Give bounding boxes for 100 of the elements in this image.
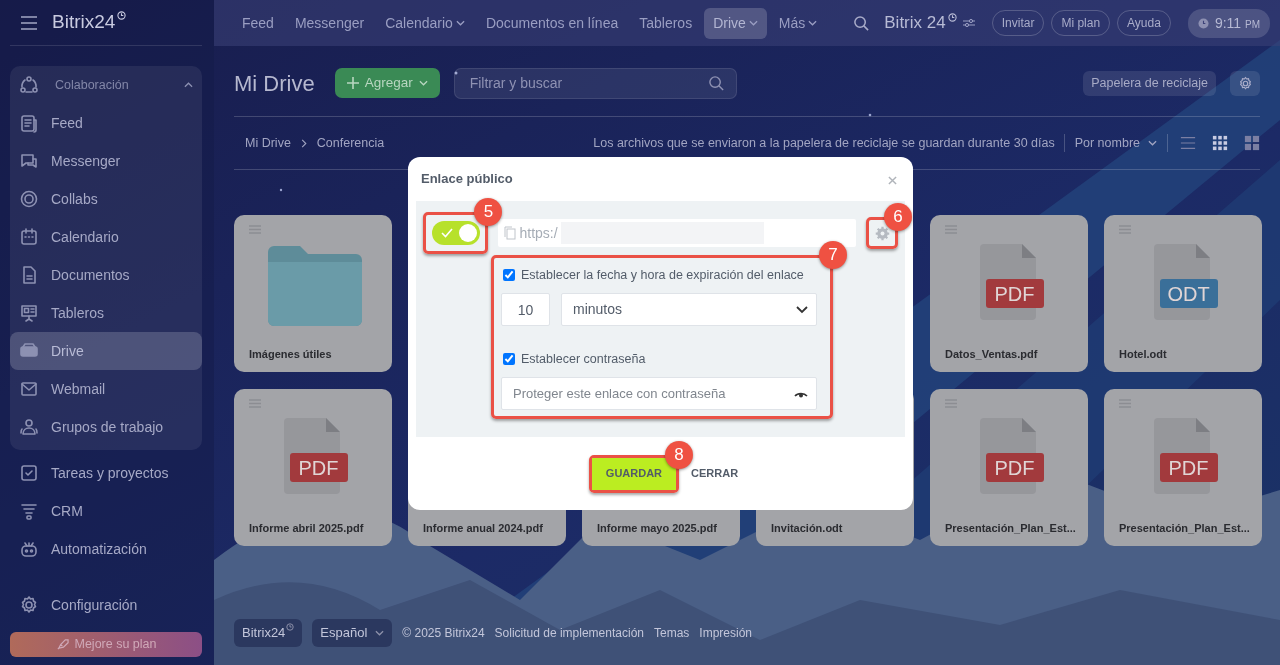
funnel-icon	[19, 501, 39, 521]
sidebar-item[interactable]: Drive	[10, 332, 202, 370]
envelope-icon	[19, 379, 39, 399]
people-icon	[19, 417, 39, 437]
brand-logo: Bitrix 24	[884, 10, 957, 36]
file-name: Hotel.odt	[1119, 346, 1168, 362]
file-type-label: PDF	[985, 453, 1044, 482]
language-dropdown[interactable]: Español	[312, 619, 393, 647]
sidebar-item[interactable]: Collabs	[10, 180, 202, 218]
sort-dropdown[interactable]: Por nombre	[1064, 133, 1168, 153]
ring-icon	[19, 189, 39, 209]
settings-icon	[1237, 75, 1253, 91]
file-card[interactable]: PDF Datos_Ventas.pdf	[930, 215, 1088, 372]
sidebar-group-header[interactable]: Colaboración	[10, 66, 202, 104]
file-card[interactable]: Imágenes útiles	[234, 215, 392, 372]
sliders-icon[interactable]	[962, 18, 975, 28]
file-card[interactable]: PDF Informe abril 2025.pdf	[234, 389, 392, 546]
footer-link[interactable]: Impresión	[699, 624, 752, 642]
sidebar-item[interactable]: Feed	[10, 104, 202, 142]
board-icon	[19, 303, 39, 323]
chevron-icon	[455, 20, 465, 26]
footer-link[interactable]: Solicitud de implementación	[494, 624, 644, 642]
number-field[interactable]: 10	[501, 293, 550, 326]
eye-icon[interactable]	[794, 390, 808, 398]
dialog-title: Enlace público	[421, 170, 513, 189]
logo: Bitrix24	[52, 8, 127, 37]
file-name: Informe mayo 2025.pdf	[597, 520, 718, 536]
sidebar-item[interactable]: Calendario	[10, 218, 202, 256]
sidebar-item[interactable]: Webmail	[10, 370, 202, 408]
grid-view-icon[interactable]	[1212, 135, 1228, 151]
page-title: Mi Drive	[234, 69, 315, 98]
close-icon	[888, 175, 897, 185]
trash-button[interactable]: Papelera de reciclaje	[1083, 70, 1216, 96]
file-card[interactable]: ODT Hotel.odt	[1104, 215, 1262, 372]
nav-tab[interactable]: Drive	[704, 7, 767, 39]
file-name: Presentación_Plan_Est...	[1119, 520, 1250, 536]
nav-tab[interactable]: Más	[769, 7, 827, 39]
file-name: Presentación_Plan_Est...	[945, 520, 1076, 536]
breadcrumb-link[interactable]: Mi Drive	[245, 133, 291, 153]
file-type-label: PDF	[1159, 453, 1218, 482]
checkbox[interactable]	[503, 353, 515, 365]
callout-badge: 5	[474, 198, 503, 226]
clock-widget[interactable]: 9:11 PM	[1187, 8, 1270, 38]
file-card[interactable]: PDF Presentación_Plan_Est...	[930, 389, 1088, 546]
file-name: Invitación.odt	[771, 520, 844, 536]
sidebar-item[interactable]: Grupos de trabajo	[10, 408, 202, 446]
newspaper-icon	[19, 113, 39, 133]
chevron-icon	[808, 20, 818, 26]
clock-icon	[117, 11, 127, 21]
url-text: https:/	[519, 223, 558, 243]
folder-icon	[267, 246, 362, 326]
unit-dropdown[interactable]: minutos	[561, 293, 817, 326]
checkbox-icon	[19, 463, 39, 483]
settings-button[interactable]	[1230, 70, 1260, 96]
password-field[interactable]: Proteger este enlace con contraseña	[501, 377, 817, 410]
sidebar-item[interactable]: Automatización	[10, 530, 202, 568]
breadcrumb-link[interactable]: Conferencia	[316, 133, 385, 153]
chevron-icon	[748, 20, 758, 26]
plus-icon	[346, 77, 359, 89]
clock-icon	[947, 13, 957, 23]
callout-badge: 8	[665, 440, 694, 469]
sidebar-item[interactable]: Configuración	[10, 586, 202, 624]
nav-tab[interactable]: Tableros	[630, 7, 702, 39]
nav-tab[interactable]: Feed	[233, 7, 283, 39]
sidebar-item[interactable]: Tableros	[10, 294, 202, 332]
callout-badge: 7	[819, 241, 847, 269]
file-type-label: ODT	[1159, 279, 1218, 308]
robot-icon	[19, 539, 39, 559]
nav-tab[interactable]: Messenger	[285, 7, 374, 39]
checkbox-row[interactable]: Establecer la fecha y hora de expiración del enlace	[501, 262, 817, 288]
settings-icon	[19, 595, 39, 615]
file-type-label: PDF	[985, 279, 1044, 308]
copyright-text: © 2025 Bitrix24	[402, 625, 485, 642]
tile-view-icon[interactable]	[1244, 135, 1260, 151]
chevron-icon	[184, 82, 193, 88]
nodes-icon	[19, 75, 39, 95]
nav-tab[interactable]: Documentos en línea	[476, 7, 628, 39]
chevron-down-icon	[796, 305, 808, 314]
sidebar-item[interactable]: CRM	[10, 492, 202, 530]
list-view-icon[interactable]	[1180, 135, 1196, 151]
file-name: Imágenes útiles	[249, 346, 333, 362]
nav-tab[interactable]: Calendario	[376, 7, 474, 39]
sidebar-item[interactable]: Tareas y proyectos	[10, 454, 202, 492]
checkbox[interactable]	[503, 269, 515, 281]
sidebar-item[interactable]: Messenger	[10, 142, 202, 180]
checkbox-label: Establecer contraseña	[521, 350, 646, 368]
menu-icon[interactable]	[20, 15, 38, 30]
toggle-switch[interactable]	[431, 221, 480, 245]
checkbox-row[interactable]: Establecer contraseña	[501, 346, 817, 372]
notice-text: Los archivos que se enviaron a la papelera de reciclaje se guardan durante 30 días	[593, 133, 1065, 153]
callout-badge: 6	[884, 203, 912, 231]
sidebar-item[interactable]: Documentos	[10, 256, 202, 294]
file-card[interactable]: PDF Presentación_Plan_Est...	[1104, 389, 1262, 546]
search-icon[interactable]	[707, 74, 725, 92]
chat-icon	[19, 151, 39, 171]
footer-link[interactable]: Temas	[654, 624, 690, 642]
group-title: Colaboración	[55, 76, 129, 94]
chevron-icon	[1148, 140, 1157, 146]
settings-icon[interactable]	[874, 225, 890, 241]
search-icon[interactable]	[853, 14, 871, 32]
